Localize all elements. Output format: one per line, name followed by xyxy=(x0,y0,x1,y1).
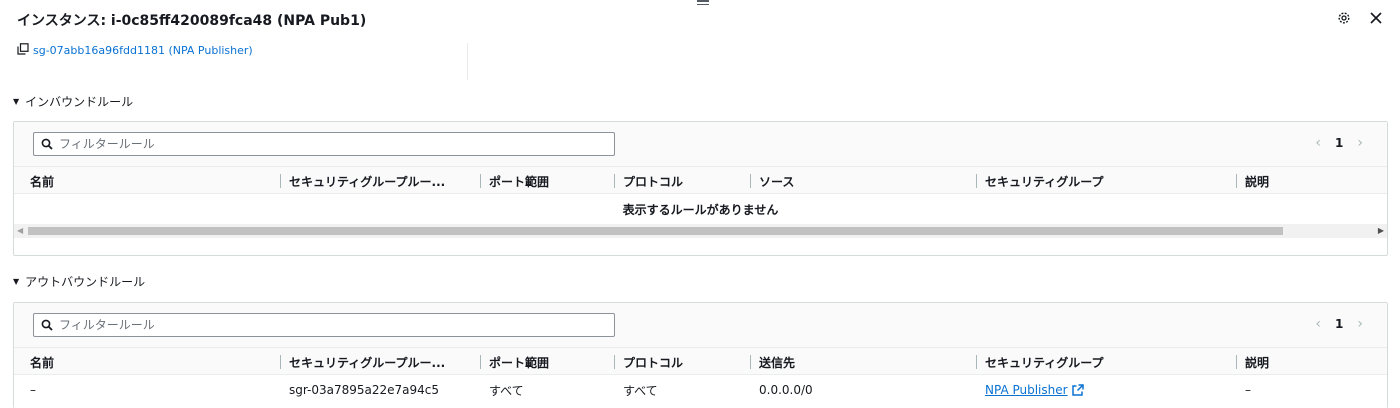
cell-destination: 0.0.0.0/0 xyxy=(759,383,813,397)
inbound-rules-panel: ‹ 1 › 名前 セキュリティグループルー... ポート範囲 プロトコル ソース… xyxy=(13,121,1388,256)
inbound-horizontal-scrollbar[interactable]: ◀ ▶ xyxy=(14,224,1387,238)
inbound-rules-toggle[interactable]: ▼ インバウンドルール xyxy=(13,93,133,110)
gear-icon[interactable] xyxy=(1336,10,1352,26)
column-header-name[interactable]: 名前 xyxy=(30,167,54,195)
column-header-name[interactable]: 名前 xyxy=(30,348,54,376)
inbound-pagination: ‹ 1 › xyxy=(1315,135,1363,151)
table-row[interactable]: – sgr-03a7895a22e7a94c5 すべて すべて 0.0.0.0/… xyxy=(14,375,1387,405)
empty-message: 表示するルールがありません xyxy=(622,202,779,217)
panel-header: インスタンス: i-0c85ff420089fca48 (NPA Pub1) xyxy=(17,10,366,30)
page-number[interactable]: 1 xyxy=(1335,317,1343,331)
security-group-link[interactable]: sg-07abb16a96fdd1181 (NPA Publisher) xyxy=(33,44,253,57)
cell-protocol: すべて xyxy=(623,383,658,398)
column-header-protocol[interactable]: プロトコル xyxy=(614,348,683,376)
outbound-rules-toggle[interactable]: ▼ アウトバウンドルール xyxy=(13,273,145,290)
cell-name: – xyxy=(30,383,36,397)
outbound-rules-title: アウトバウンドルール xyxy=(25,275,146,289)
inbound-search-input[interactable] xyxy=(33,132,615,156)
outbound-table-header: 名前 セキュリティグループルー... ポート範囲 プロトコル 送信先 セキュリテ… xyxy=(14,347,1387,375)
column-header-rule-id[interactable]: セキュリティグループルー... xyxy=(280,167,445,195)
search-icon xyxy=(41,138,53,150)
inbound-search-field[interactable] xyxy=(59,137,579,151)
resize-handle[interactable] xyxy=(697,0,709,8)
column-header-security-group[interactable]: セキュリティグループ xyxy=(976,167,1104,195)
chevron-right-icon[interactable]: › xyxy=(1357,316,1363,332)
security-group-link-row: sg-07abb16a96fdd1181 (NPA Publisher) xyxy=(17,43,253,58)
page-number[interactable]: 1 xyxy=(1335,136,1343,150)
column-header-destination[interactable]: 送信先 xyxy=(750,348,795,376)
outbound-rules-panel: ‹ 1 › 名前 セキュリティグループルー... ポート範囲 プロトコル 送信先… xyxy=(13,302,1388,408)
inbound-empty-row: 表示するルールがありません xyxy=(14,194,1387,224)
external-link-icon xyxy=(1071,384,1084,396)
column-header-description[interactable]: 説明 xyxy=(1236,167,1269,195)
outbound-pagination: ‹ 1 › xyxy=(1315,316,1363,332)
scroll-right-icon[interactable]: ▶ xyxy=(1378,226,1384,235)
column-header-protocol[interactable]: プロトコル xyxy=(614,167,683,195)
security-group-link[interactable]: NPA Publisher xyxy=(985,383,1084,397)
header-actions xyxy=(1336,10,1384,26)
divider xyxy=(467,43,468,80)
chevron-left-icon[interactable]: ‹ xyxy=(1315,135,1321,151)
outbound-toolbar: ‹ 1 › xyxy=(14,303,1387,347)
caret-down-icon: ▼ xyxy=(13,277,20,286)
cell-rule-id: sgr-03a7895a22e7a94c5 xyxy=(289,383,440,397)
inbound-table-header: 名前 セキュリティグループルー... ポート範囲 プロトコル ソース セキュリテ… xyxy=(14,166,1387,194)
column-header-security-group[interactable]: セキュリティグループ xyxy=(976,348,1104,376)
outbound-search-input[interactable] xyxy=(33,313,615,337)
column-header-source[interactable]: ソース xyxy=(750,167,794,195)
close-icon[interactable] xyxy=(1368,10,1384,26)
column-header-port-range[interactable]: ポート範囲 xyxy=(480,348,549,376)
scrollbar-thumb[interactable] xyxy=(28,227,1283,235)
page-title: インスタンス: i-0c85ff420089fca48 (NPA Pub1) xyxy=(17,13,367,29)
cell-port-range: すべて xyxy=(489,383,524,398)
copy-icon[interactable] xyxy=(17,43,29,58)
cell-security-group: NPA Publisher xyxy=(985,375,1084,405)
inbound-toolbar: ‹ 1 › xyxy=(14,122,1387,166)
search-icon xyxy=(41,319,53,331)
column-header-port-range[interactable]: ポート範囲 xyxy=(480,167,549,195)
inbound-rules-title: インバウンドルール xyxy=(25,95,134,109)
chevron-right-icon[interactable]: › xyxy=(1357,135,1363,151)
cell-description: – xyxy=(1245,383,1251,397)
scroll-left-icon[interactable]: ◀ xyxy=(17,226,23,235)
column-header-rule-id[interactable]: セキュリティグループルー... xyxy=(280,348,445,376)
caret-down-icon: ▼ xyxy=(13,97,20,106)
outbound-search-field[interactable] xyxy=(59,318,579,332)
chevron-left-icon[interactable]: ‹ xyxy=(1315,316,1321,332)
column-header-description[interactable]: 説明 xyxy=(1236,348,1269,376)
